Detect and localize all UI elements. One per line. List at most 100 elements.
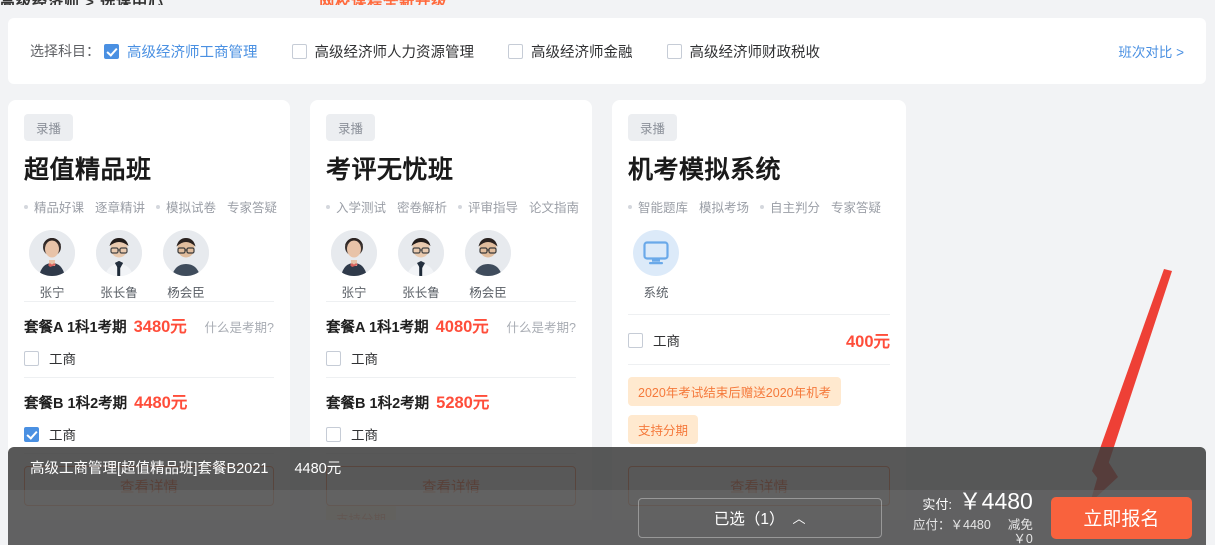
- package-name: 套餐A 1科1考期: [24, 320, 127, 336]
- class-compare-link[interactable]: 班次对比 >: [1118, 41, 1184, 61]
- teacher-name: 张宁: [341, 286, 367, 300]
- subject-option-renli[interactable]: 高级经济师人力资源管理: [291, 41, 474, 62]
- card-feature: 模拟考场: [699, 201, 750, 215]
- checkbox-icon[interactable]: [291, 43, 307, 59]
- package-a: 套餐A 1科1考期 4080元 什么是考期? 工商: [326, 301, 576, 377]
- chevron-up-icon: ︿: [792, 511, 806, 526]
- teacher-item: 系统: [628, 230, 684, 301]
- subject-option-label: 高级经济师财政税收: [689, 44, 821, 61]
- bullet-dot-icon: [24, 204, 28, 209]
- package-header: 套餐B 1科2考期 5280元: [326, 389, 576, 413]
- checkbox-icon[interactable]: [326, 426, 341, 442]
- payment-summary: 实付: ￥4480 应付：￥4480 减免￥0: [904, 488, 1033, 545]
- card-badge: 录播: [628, 114, 678, 141]
- bullet-dot-icon: [156, 204, 161, 209]
- subject-filter-label: 选择科目：: [30, 43, 100, 59]
- avatar: [331, 230, 377, 276]
- monitor-icon: [633, 230, 679, 276]
- package-option-label: 工商: [351, 352, 378, 367]
- teacher-item[interactable]: 杨会臣: [460, 230, 516, 301]
- package-price: 4080元: [435, 318, 489, 336]
- checkbox-icon[interactable]: [24, 426, 39, 442]
- teacher-name: 杨会臣: [167, 286, 205, 300]
- avatar: [163, 230, 209, 276]
- card-feature: 自主判分: [770, 201, 821, 215]
- checkbox-icon[interactable]: [104, 43, 119, 59]
- subject-option-jinrong[interactable]: 高级经济师金融: [508, 41, 633, 62]
- teacher-item[interactable]: 张长鲁: [91, 230, 147, 301]
- package-price: 3480元: [133, 318, 187, 336]
- selected-count-label: 已选（1）: [713, 510, 785, 528]
- discount-label: 减免￥0: [1007, 517, 1033, 545]
- teacher-name: 张长鲁: [402, 286, 440, 300]
- package-header: 套餐B 1科2考期 4480元: [24, 389, 274, 413]
- card-feature-row: 入学测试 密卷解析 评审指导 论文指南: [326, 197, 579, 216]
- avatar: [465, 230, 511, 276]
- package-name: 套餐B 1科2考期: [326, 396, 430, 412]
- selected-item-row: 高级工商管理[超值精品班]套餐B2021 4480元: [30, 457, 1184, 478]
- package-a: 套餐A 1科1考期 3480元 什么是考期? 工商: [24, 301, 274, 377]
- package-option-label: 工商: [49, 428, 76, 443]
- teacher-name: 杨会臣: [469, 286, 507, 300]
- package-price: 4480元: [134, 394, 188, 412]
- avatar: [96, 230, 142, 276]
- card-feature: 智能题库: [638, 201, 689, 215]
- teacher-item[interactable]: 张宁: [24, 230, 80, 301]
- selected-item-amount: 4480元: [294, 461, 342, 477]
- checkbox-icon[interactable]: [628, 332, 643, 348]
- bullet-dot-icon: [458, 204, 463, 209]
- bullet-dot-icon: [326, 204, 330, 209]
- checkbox-icon[interactable]: [326, 350, 341, 366]
- checkbox-icon[interactable]: [24, 350, 39, 366]
- subject-option-gongshang[interactable]: 高级经济师工商管理: [104, 41, 258, 62]
- teacher-item[interactable]: 张宁: [326, 230, 382, 301]
- teacher-list: 系统: [628, 230, 890, 301]
- system-option-row[interactable]: 工商 400元: [628, 314, 890, 364]
- system-option-price: 400元: [845, 333, 890, 351]
- checkbox-icon[interactable]: [666, 43, 682, 59]
- bullet-dot-icon: [760, 204, 765, 209]
- package-header: 套餐A 1科1考期 3480元 什么是考期?: [24, 313, 274, 337]
- package-option[interactable]: 工商: [24, 348, 274, 368]
- package-option[interactable]: 工商: [326, 424, 576, 444]
- subject-filter-bar: 选择科目： 高级经济师工商管理 高级经济师人力资源管理 高级经济师金融 高级经济…: [8, 18, 1206, 84]
- subject-option-caizheng[interactable]: 高级经济师财政税收: [666, 41, 821, 62]
- card-badge: 录播: [326, 114, 376, 141]
- card-feature: 模拟试卷: [166, 201, 217, 215]
- teacher-item[interactable]: 张长鲁: [393, 230, 449, 301]
- card-feature: 专家答疑: [831, 201, 882, 215]
- card-title: 考评无忧班: [326, 156, 454, 184]
- card-tag: 支持分期: [628, 415, 699, 444]
- breadcrumb: 高级经济师 > 选课中心: [0, 0, 164, 5]
- what-is-exam-term-link[interactable]: 什么是考期?: [205, 317, 274, 336]
- selected-count-button[interactable]: 已选（1） ︿: [638, 497, 882, 538]
- card-tag: 2020年考试结束后赠送2020年机考: [628, 377, 842, 406]
- package-option-label: 工商: [49, 352, 76, 367]
- card-tag-list: 2020年考试结束后赠送2020年机考 支持分期: [628, 364, 890, 444]
- actual-payment-row: 实付: ￥4480: [904, 488, 1033, 515]
- header-promo-text: 网校课程全新升级: [319, 0, 447, 5]
- package-option[interactable]: 工商: [326, 348, 576, 368]
- package-b: 套餐B 1科2考期 4480元 工商: [24, 377, 274, 453]
- teacher-item[interactable]: 杨会臣: [158, 230, 214, 301]
- due-payment-label: 应付：￥4480: [913, 517, 991, 532]
- avatar: [29, 230, 75, 276]
- what-is-exam-term-link[interactable]: 什么是考期?: [507, 317, 576, 336]
- package-name: 套餐A 1科1考期: [326, 320, 429, 336]
- card-feature: 逐章精讲: [95, 201, 146, 215]
- checkbox-icon[interactable]: [508, 43, 523, 59]
- page-header-sliver: 高级经济师 > 选课中心 网校课程全新升级: [0, 0, 1215, 5]
- package-option-label: 工商: [351, 428, 378, 443]
- avatar: [398, 230, 444, 276]
- card-feature: 评审指导: [468, 201, 519, 215]
- package-option[interactable]: 工商: [24, 424, 274, 444]
- card-title: 机考模拟系统: [628, 156, 782, 184]
- enroll-now-button[interactable]: 立即报名: [1050, 496, 1193, 539]
- actual-payment-amount: ￥4480: [958, 488, 1033, 515]
- card-feature: 专家答疑: [227, 201, 278, 215]
- card-feature-row: 智能题库 模拟考场 自主判分 专家答疑: [628, 197, 890, 216]
- selected-item-name: 高级工商管理[超值精品班]套餐B2021: [30, 461, 269, 477]
- card-feature: 入学测试: [336, 201, 387, 215]
- subject-option-label: 高级经济师金融: [531, 44, 633, 61]
- card-badge: 录播: [24, 114, 74, 141]
